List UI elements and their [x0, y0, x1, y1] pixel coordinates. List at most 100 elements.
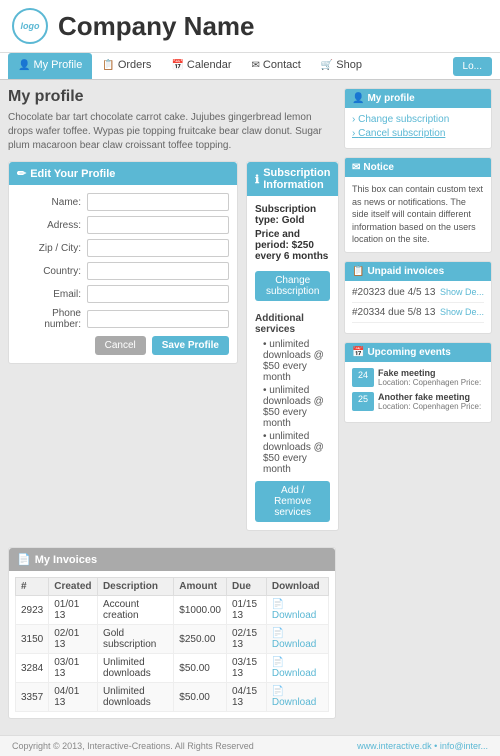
col-amount: Amount [174, 578, 227, 596]
event-date-2: 25 [352, 392, 374, 411]
shop-icon: 🛒 [321, 60, 333, 71]
subscription-panel: ℹ Subscription Information Subscription … [246, 161, 339, 539]
pdf-icon: 📄 [272, 599, 284, 610]
nav-item-shop[interactable]: 🛒 Shop [311, 53, 372, 79]
unpaid-show-1[interactable]: Show De... [440, 287, 484, 297]
events-header: 📅 Upcoming events [345, 343, 491, 362]
events-panel: 📅 Upcoming events 24 Fake meeting Locati… [344, 342, 492, 423]
edit-profile-card: ✏ Edit Your Profile Name: Adress: [8, 161, 238, 364]
invoices-panel: 📄 My Invoices # Created Description Amou… [8, 547, 336, 719]
unpaid-item-2: #20334 due 5/8 13 Show De... [352, 307, 484, 323]
address-label: Adress: [17, 220, 87, 231]
form-row-phone: Phone number: [17, 308, 229, 330]
form-row-address: Adress: [17, 216, 229, 234]
header: logo Company Name [0, 0, 500, 53]
cancel-subscription-link[interactable]: Cancel subscription [352, 128, 484, 139]
unpaid-panel: 📋 Unpaid invoices #20323 due 4/5 13 Show… [344, 261, 492, 334]
pdf-icon: 📄 [272, 686, 284, 697]
main-content: My profile Chocolate bar tart chocolate … [0, 80, 500, 735]
event-location-2: Location: Copenhagen Price: [378, 402, 481, 411]
nav-item-contact[interactable]: ✉ Contact [242, 53, 311, 79]
notice-panel: ✉ Notice This box can contain custom tex… [344, 157, 492, 253]
unpaid-body: #20323 due 4/5 13 Show De... #20334 due … [345, 281, 491, 333]
unpaid-show-2[interactable]: Show De... [440, 307, 484, 317]
invoices-table: # Created Description Amount Due Downloa… [15, 577, 329, 712]
pencil-icon: ✏ [17, 167, 26, 180]
notice-text: This box can contain custom text as news… [352, 183, 484, 246]
country-input[interactable] [87, 262, 229, 280]
page-description: Chocolate bar tart chocolate carrot cake… [8, 111, 336, 153]
events-body: 24 Fake meeting Location: Copenhagen Pri… [345, 362, 491, 422]
form-row-zip: Zip / City: [17, 239, 229, 257]
invoices-body: # Created Description Amount Due Downloa… [9, 571, 335, 718]
col-id: # [16, 578, 49, 596]
sub-type-row: Subscription type: Gold [255, 204, 330, 226]
right-column: 👤 My profile Change subscription Cancel … [344, 88, 492, 727]
sidebar-profile-panel: 👤 My profile Change subscription Cancel … [344, 88, 492, 149]
change-subscription-link[interactable]: Change subscription [352, 114, 484, 125]
phone-label: Phone number: [17, 308, 87, 330]
table-header-row: # Created Description Amount Due Downloa… [16, 578, 329, 596]
service-item-2: unlimited downloads @ $50 every month [255, 385, 330, 429]
sidebar-profile-body: Change subscription Cancel subscription [345, 108, 491, 148]
table-row: 2923 01/01 13 Account creation $1000.00 … [16, 596, 329, 625]
event-title-2: Another fake meeting [378, 392, 481, 402]
additional-services-label: Additional services [255, 313, 330, 335]
logo: logo [12, 8, 48, 44]
add-remove-services-button[interactable]: Add / Remove services [255, 481, 330, 522]
name-input[interactable] [87, 193, 229, 211]
subscription-header: ℹ Subscription Information [247, 162, 338, 196]
events-icon: 📅 [352, 347, 364, 358]
sidebar-profile-icon: 👤 [352, 93, 364, 104]
event-item-2: 25 Another fake meeting Location: Copenh… [352, 392, 484, 411]
subscription-card: ℹ Subscription Information Subscription … [246, 161, 339, 531]
login-button[interactable]: Lo... [453, 57, 492, 76]
service-item-1: unlimited downloads @ $50 every month [255, 339, 330, 383]
calendar-icon: 📅 [171, 60, 183, 71]
download-link-3[interactable]: Download [272, 697, 316, 708]
cancel-button[interactable]: Cancel [95, 336, 146, 355]
col-due: Due [227, 578, 267, 596]
form-actions: Cancel Save Profile [17, 336, 229, 355]
zip-label: Zip / City: [17, 243, 87, 254]
left-column: My profile Chocolate bar tart chocolate … [8, 88, 336, 727]
invoices-header: 📄 My Invoices [9, 548, 335, 571]
table-row: 3284 03/01 13 Unlimited downloads $50.00… [16, 654, 329, 683]
footer: Copyright © 2013, Interactive-Creations.… [0, 735, 500, 756]
event-info-2: Another fake meeting Location: Copenhage… [378, 392, 481, 411]
nav-item-orders[interactable]: 📋 Orders [92, 53, 161, 79]
company-name: Company Name [58, 11, 255, 42]
zip-input[interactable] [87, 239, 229, 257]
save-profile-button[interactable]: Save Profile [152, 336, 229, 355]
unpaid-icon: 📋 [352, 266, 364, 277]
nav-item-profile[interactable]: 👤 My Profile [8, 53, 92, 79]
orders-icon: 📋 [102, 60, 114, 71]
add-services-container: Add / Remove services [255, 481, 330, 522]
email-label: Email: [17, 289, 87, 300]
nav-item-calendar[interactable]: 📅 Calendar [161, 53, 241, 79]
phone-input[interactable] [87, 310, 229, 328]
address-input[interactable] [87, 216, 229, 234]
change-subscription-button[interactable]: Change subscription [255, 271, 330, 301]
col-description: Description [97, 578, 173, 596]
email-input[interactable] [87, 285, 229, 303]
download-link-1[interactable]: Download [272, 639, 316, 650]
change-sub-container: Change subscription [255, 265, 330, 307]
name-label: Name: [17, 197, 87, 208]
notice-icon: ✉ [352, 162, 360, 173]
nav-bar: 👤 My Profile 📋 Orders 📅 Calendar ✉ Conta… [0, 53, 500, 80]
edit-profile-header: ✏ Edit Your Profile [9, 162, 237, 185]
subscription-body: Subscription type: Gold Price and period… [247, 196, 338, 530]
event-item-1: 24 Fake meeting Location: Copenhagen Pri… [352, 368, 484, 387]
notice-header: ✉ Notice [345, 158, 491, 177]
form-row-name: Name: [17, 193, 229, 211]
footer-links[interactable]: www.interactive.dk • info@inter... [357, 741, 488, 751]
event-date-1: 24 [352, 368, 374, 387]
download-link-0[interactable]: Download [272, 610, 316, 621]
unpaid-item-1: #20323 due 4/5 13 Show De... [352, 287, 484, 303]
download-link-2[interactable]: Download [272, 668, 316, 679]
event-title-1: Fake meeting [378, 368, 481, 378]
edit-profile-body: Name: Adress: Zip / City: Country: [9, 185, 237, 363]
footer-copyright: Copyright © 2013, Interactive-Creations.… [12, 741, 254, 751]
col-download: Download [266, 578, 328, 596]
